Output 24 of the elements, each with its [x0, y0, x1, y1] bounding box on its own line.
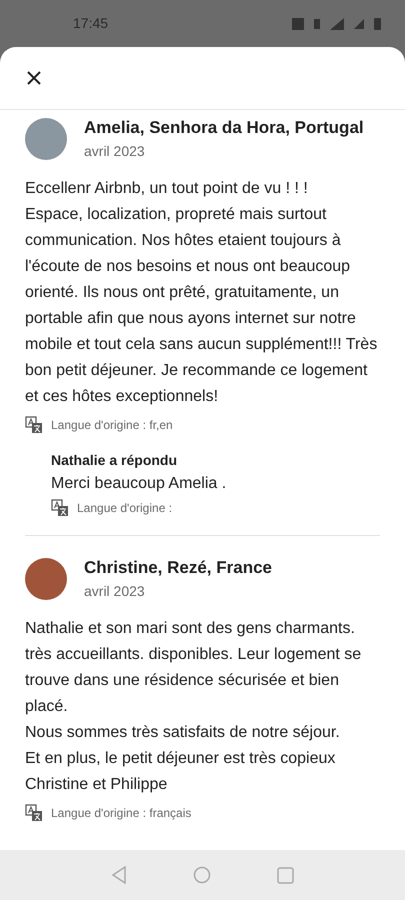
- response-title: Nathalie a répondu: [51, 451, 178, 470]
- avatar-photo-placeholder: [25, 118, 67, 160]
- translate-icon: [51, 499, 69, 517]
- original-language: Langue d'origine : français: [51, 805, 192, 822]
- translate-icon: [25, 416, 43, 434]
- battery-icon: [374, 18, 381, 30]
- signal-icon: [330, 18, 344, 30]
- response-text: Merci beaucoup Amelia .: [51, 474, 228, 494]
- review-text: Nathalie et son mari sont des gens charmants. très accueillants. disponibles. Leur logement se trouve dans une résidence sécurisée et bien placé. Nous sommes très satisfaits de notre séjour. Et en plus, le petit déjeuner est très copieux Christine et Philippe: [25, 619, 362, 795]
- status-time: 17:45: [73, 14, 108, 33]
- review-date: avril 2023: [84, 142, 146, 161]
- translate-icon: [25, 804, 43, 822]
- review-date: avril 2023: [84, 582, 146, 601]
- review-text: Eccellenr Airbnb, un tout point de vu ! ! ! Espace, localization, propreté mais surtout communication. Nos hôtes etaient toujours à l'écoute de nos besoins et nous ont beaucoup orienté. Ils nous ont prêté, gratuitamente, un portable afin que nous ayons internet sur notre mobile et tout cela sans aucun supplément!!! Très bon petit déjeuner. Je recommande ce logement et ces hôtes exceptionnels!: [25, 179, 378, 407]
- home-icon[interactable]: [193, 866, 211, 884]
- recents-icon[interactable]: [277, 866, 294, 884]
- back-icon[interactable]: [111, 866, 127, 884]
- original-language: Langue d'origine :: [77, 500, 172, 517]
- signal-icon: [354, 18, 364, 28]
- reviewer-name: Christine, Rezé, France: [84, 557, 272, 579]
- avatar-photo-placeholder: [25, 558, 67, 600]
- close-icon: [26, 70, 42, 86]
- original-language: Langue d'origine : fr,en: [51, 417, 173, 434]
- reviewer-name: Amelia, Senhora da Hora, Portugal: [84, 117, 364, 139]
